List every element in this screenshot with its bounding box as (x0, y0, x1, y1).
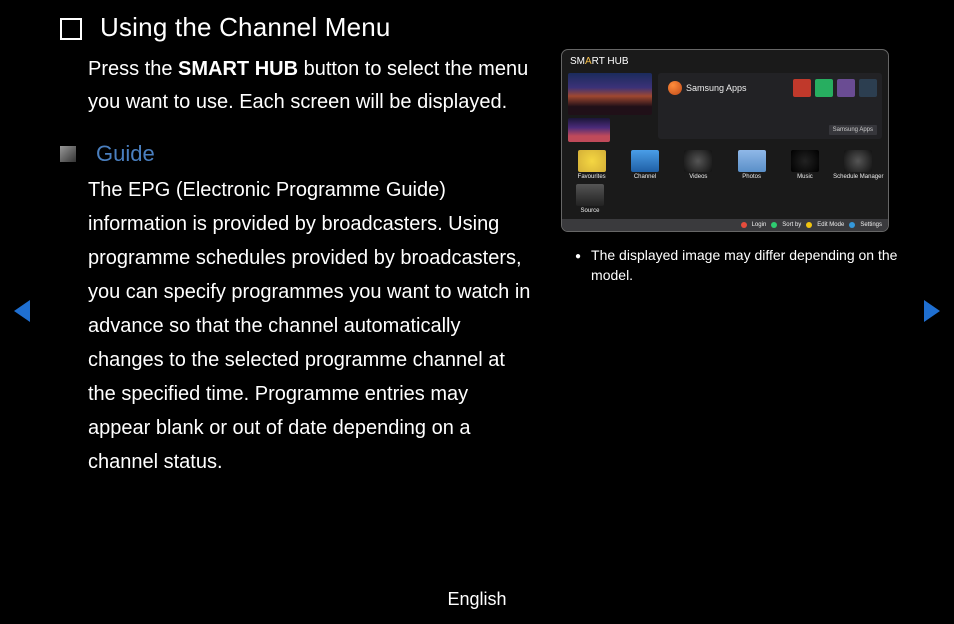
language-label: English (0, 589, 954, 610)
preview-thumbnail-small (568, 118, 610, 142)
app-label: Favourites (566, 174, 617, 180)
source-icon (576, 184, 604, 206)
music-icon (791, 150, 819, 172)
app-label: Source (566, 208, 614, 214)
chevron-right-icon (924, 300, 940, 322)
channel-icon (631, 150, 659, 172)
intro-prefix: Press the (88, 58, 178, 80)
intro-bold: SMART HUB (178, 58, 298, 80)
app-label: Photos (726, 174, 777, 180)
mini-app-icon (793, 79, 811, 97)
green-dot-icon (771, 222, 777, 228)
footer-label: Login (752, 222, 767, 228)
app-label: Videos (673, 174, 724, 180)
bullet-icon: ● (575, 250, 581, 264)
mini-app-icon (859, 79, 877, 97)
apps-panel: Samsung Apps Samsung Apps (658, 73, 882, 139)
blue-dot-icon (849, 222, 855, 228)
chevron-left-icon (14, 300, 30, 322)
samsung-apps-icon (668, 81, 682, 95)
prev-page-button[interactable] (14, 300, 30, 322)
section-title: Guide (96, 141, 155, 167)
videos-icon (684, 150, 712, 172)
app-label: Music (779, 174, 830, 180)
smarthub-footer: Login Sort by Edit Mode Settings (562, 219, 888, 231)
app-label: Schedule Manager (833, 174, 884, 180)
square-bullet-icon (60, 146, 76, 162)
footer-label: Sort by (782, 222, 801, 228)
photos-icon (738, 150, 766, 172)
smarthub-logo: SMART HUB (570, 56, 629, 67)
intro-text: Press the SMART HUB button to select the… (88, 53, 531, 119)
mini-app-icon (837, 79, 855, 97)
note-text: The displayed image may differ depending… (591, 246, 899, 285)
yellow-dot-icon (806, 222, 812, 228)
footer-label: Edit Mode (817, 222, 844, 228)
app-label: Channel (619, 174, 670, 180)
favourites-icon (578, 150, 606, 172)
footer-label: Settings (860, 222, 882, 228)
section-body: The EPG (Electronic Programme Guide) inf… (88, 173, 531, 479)
book-icon (60, 18, 82, 40)
smart-hub-screenshot: SMART HUB Samsung Apps (561, 49, 889, 232)
page-title: Using the Channel Menu (100, 12, 391, 43)
samsung-apps-label: Samsung Apps (686, 83, 747, 93)
mini-app-icon (815, 79, 833, 97)
schedule-manager-icon (844, 150, 872, 172)
apps-banner: Samsung Apps (829, 125, 877, 135)
next-page-button[interactable] (924, 300, 940, 322)
red-dot-icon (741, 222, 747, 228)
preview-thumbnail-large (568, 73, 652, 115)
